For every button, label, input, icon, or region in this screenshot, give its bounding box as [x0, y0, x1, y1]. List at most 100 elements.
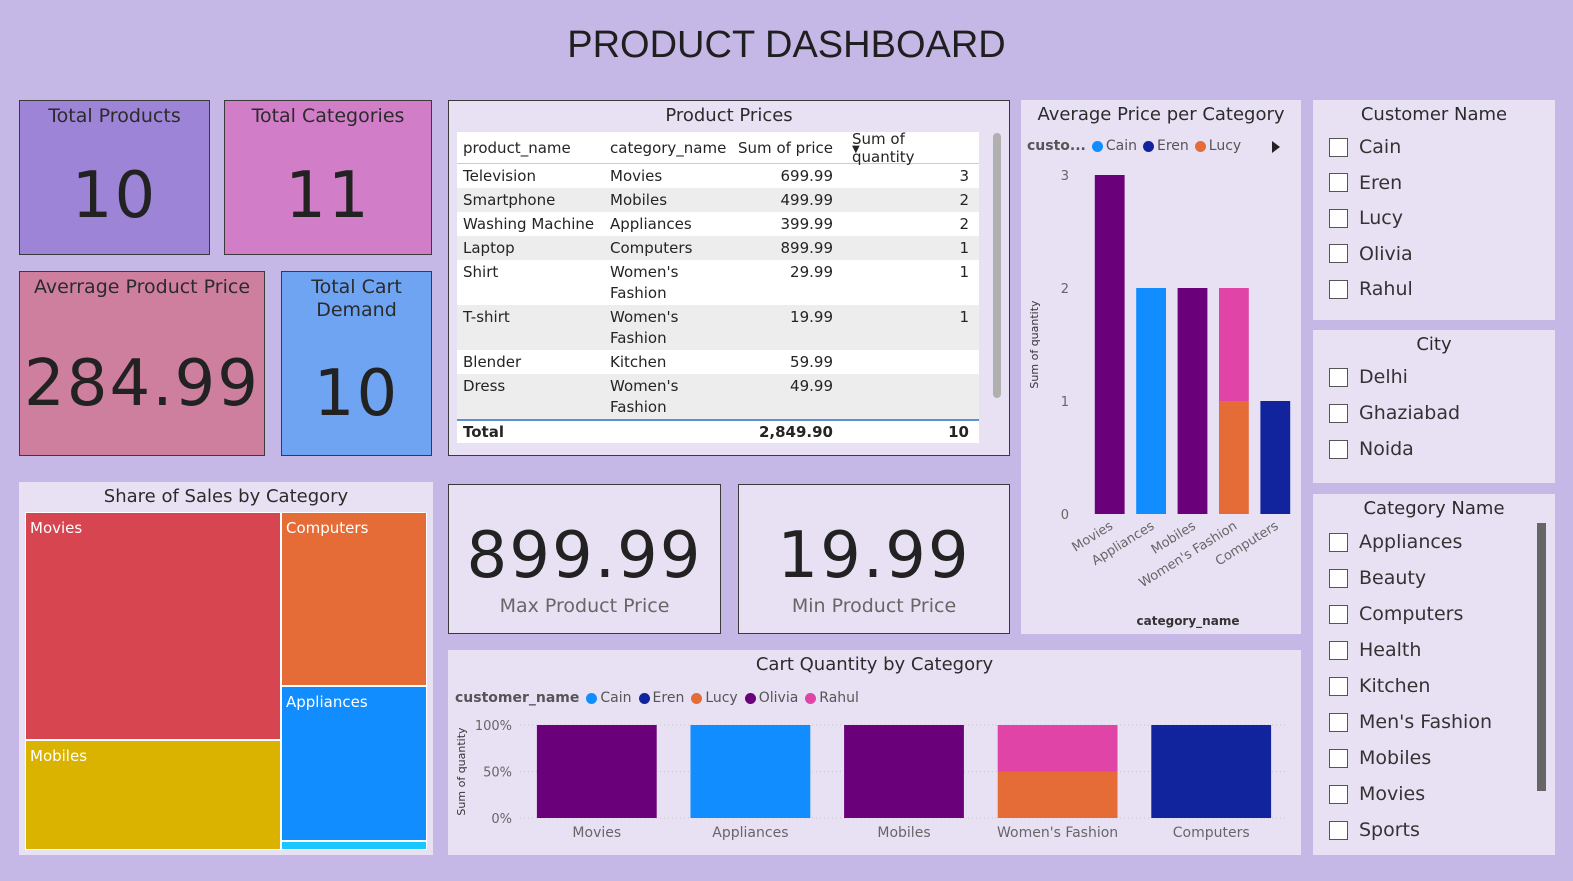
legend-item-lucy[interactable]: Lucy: [1194, 138, 1241, 154]
checkbox[interactable]: [1329, 137, 1348, 157]
product-prices-table[interactable]: Product Prices product_name category_nam…: [448, 100, 1010, 456]
table-row[interactable]: Blender Kitchen 59.99: [457, 350, 979, 374]
checkbox[interactable]: [1329, 604, 1348, 624]
treemap-tile-other[interactable]: [281, 841, 427, 850]
slicer-option[interactable]: Mobiles: [1329, 747, 1431, 769]
slicer-option[interactable]: Kitchen: [1329, 675, 1430, 697]
table-row[interactable]: Dress Women's Fashion 49.99: [457, 374, 979, 419]
slicer-option[interactable]: Cain: [1329, 136, 1401, 158]
col-header-sorted[interactable]: Sum of quantity ▼: [839, 130, 977, 166]
col-header[interactable]: product_name: [457, 139, 604, 157]
bar-cain[interactable]: [1136, 288, 1167, 514]
table-cell: 399.99: [780, 215, 834, 233]
slicer-option[interactable]: Delhi: [1329, 366, 1408, 388]
slicer-option[interactable]: Men's Fashion: [1329, 711, 1492, 733]
checkbox[interactable]: [1329, 820, 1348, 840]
card-label: Min Product Price: [791, 595, 957, 617]
checkbox[interactable]: [1329, 532, 1348, 552]
checkbox[interactable]: [1329, 208, 1348, 228]
bar-olivia[interactable]: [536, 725, 657, 818]
slicer-option[interactable]: Rahul: [1329, 278, 1413, 300]
category-name-slicer[interactable]: Category Name Appliances Beauty Computers H…: [1313, 494, 1555, 855]
table-row[interactable]: T-shirt Women's Fashion 19.99 1: [457, 305, 979, 350]
chart-legend: custo... Cain Eren Lucy: [1027, 138, 1241, 154]
treemap-tile-computers[interactable]: Computers: [281, 512, 427, 686]
legend-item-lucy[interactable]: Lucy: [691, 690, 738, 706]
slicer-option[interactable]: Computers: [1329, 603, 1463, 625]
min-price-card[interactable]: 19.99 Min Product Price: [738, 484, 1010, 634]
checkbox[interactable]: [1329, 279, 1348, 299]
bar-olivia[interactable]: [844, 725, 964, 818]
bar-olivia[interactable]: [1177, 288, 1208, 514]
legend-item-cain[interactable]: Cain: [586, 690, 632, 706]
legend-item-eren[interactable]: Eren: [1143, 138, 1189, 154]
legend-item-rahul[interactable]: Rahul: [805, 690, 859, 706]
checkbox[interactable]: [1329, 439, 1348, 459]
table-row[interactable]: Smartphone Mobiles 499.99 2: [457, 188, 979, 212]
total-categories-card[interactable]: Total Categories 11: [224, 100, 432, 255]
table-scrollbar-thumb[interactable]: [993, 133, 1001, 398]
checkbox[interactable]: [1329, 403, 1348, 423]
checkbox[interactable]: [1329, 748, 1348, 768]
legend-next-icon[interactable]: [1271, 140, 1281, 154]
slicer-option[interactable]: Eren: [1329, 172, 1402, 194]
slicer-option-label: Movies: [1359, 783, 1426, 805]
tile-label: Appliances: [286, 693, 368, 711]
treemap-tile-appliances[interactable]: Appliances: [281, 686, 427, 841]
col-header[interactable]: category_name: [604, 139, 727, 157]
total-products-card[interactable]: Total Products 10: [19, 100, 210, 255]
bar-eren[interactable]: [1151, 725, 1272, 818]
checkbox[interactable]: [1329, 568, 1348, 588]
slicer-option[interactable]: Appliances: [1329, 531, 1462, 553]
bar-olivia[interactable]: [1094, 175, 1125, 514]
slicer-option[interactable]: Noida: [1329, 438, 1414, 460]
x-tick-label: Computers: [1173, 825, 1250, 841]
slicer-option[interactable]: Health: [1329, 639, 1421, 661]
slicer-scrollbar[interactable]: [1537, 523, 1546, 791]
bar-eren[interactable]: [1260, 401, 1291, 514]
table-row[interactable]: Laptop Computers 899.99 1: [457, 236, 979, 260]
legend-item-olivia[interactable]: Olivia: [744, 690, 798, 706]
slicer-option[interactable]: Movies: [1329, 783, 1425, 805]
legend-item-eren[interactable]: Eren: [638, 690, 684, 706]
table-cell: 699.99: [780, 167, 834, 185]
slicer-option[interactable]: Ghaziabad: [1329, 402, 1460, 424]
treemap-tile-mobiles[interactable]: Mobiles: [25, 740, 281, 850]
slicer-option[interactable]: Lucy: [1329, 207, 1403, 229]
share-of-sales-treemap[interactable]: Share of Sales by Category Movies Comput…: [19, 482, 433, 855]
y-tick-label: 3: [1061, 169, 1069, 184]
checkbox[interactable]: [1329, 173, 1348, 192]
table-row[interactable]: Washing Machine Appliances 399.99 2: [457, 212, 979, 236]
avg-price-card[interactable]: Averrage Product Price 284.99: [19, 271, 265, 456]
bar-cain[interactable]: [690, 725, 811, 818]
bar-rahul[interactable]: [997, 725, 1118, 772]
table-cell: 2: [959, 215, 969, 233]
table-row[interactable]: Television Movies 699.99 3: [457, 164, 979, 188]
treemap-tile-movies[interactable]: Movies: [25, 512, 281, 740]
cart-demand-card[interactable]: Total Cart Demand 10: [281, 271, 432, 456]
bar-lucy[interactable]: [997, 771, 1118, 819]
table-cell: 2: [959, 191, 969, 209]
table-row[interactable]: Shirt Women's Fashion 29.99 1: [457, 260, 979, 305]
customer-name-slicer[interactable]: Customer Name Cain Eren Lucy Olivia Rahul: [1313, 100, 1555, 320]
cart-quantity-chart[interactable]: Cart Quantity by Category customer_name …: [448, 650, 1301, 855]
checkbox[interactable]: [1329, 367, 1348, 387]
checkbox[interactable]: [1329, 244, 1348, 263]
checkbox[interactable]: [1329, 712, 1348, 732]
y-tick-label: 0%: [491, 812, 512, 827]
bar-rahul[interactable]: [1218, 288, 1249, 401]
max-price-card[interactable]: 899.99 Max Product Price: [448, 484, 721, 634]
slicer-option[interactable]: Olivia: [1329, 243, 1413, 265]
city-slicer[interactable]: City Delhi Ghaziabad Noida: [1313, 330, 1555, 483]
slicer-option[interactable]: Beauty: [1329, 567, 1426, 589]
checkbox[interactable]: [1329, 784, 1348, 804]
avg-price-chart[interactable]: Average Price per Category custo... Cain…: [1021, 100, 1301, 634]
table-cell: Smartphone: [463, 191, 556, 209]
checkbox[interactable]: [1329, 640, 1348, 660]
checkbox[interactable]: [1329, 676, 1348, 696]
slicer-option[interactable]: Sports: [1329, 819, 1420, 841]
legend-item-cain[interactable]: Cain: [1091, 138, 1137, 154]
table-cell: 1: [959, 263, 969, 281]
bar-lucy[interactable]: [1218, 401, 1249, 514]
col-header[interactable]: Sum of price: [727, 139, 839, 157]
